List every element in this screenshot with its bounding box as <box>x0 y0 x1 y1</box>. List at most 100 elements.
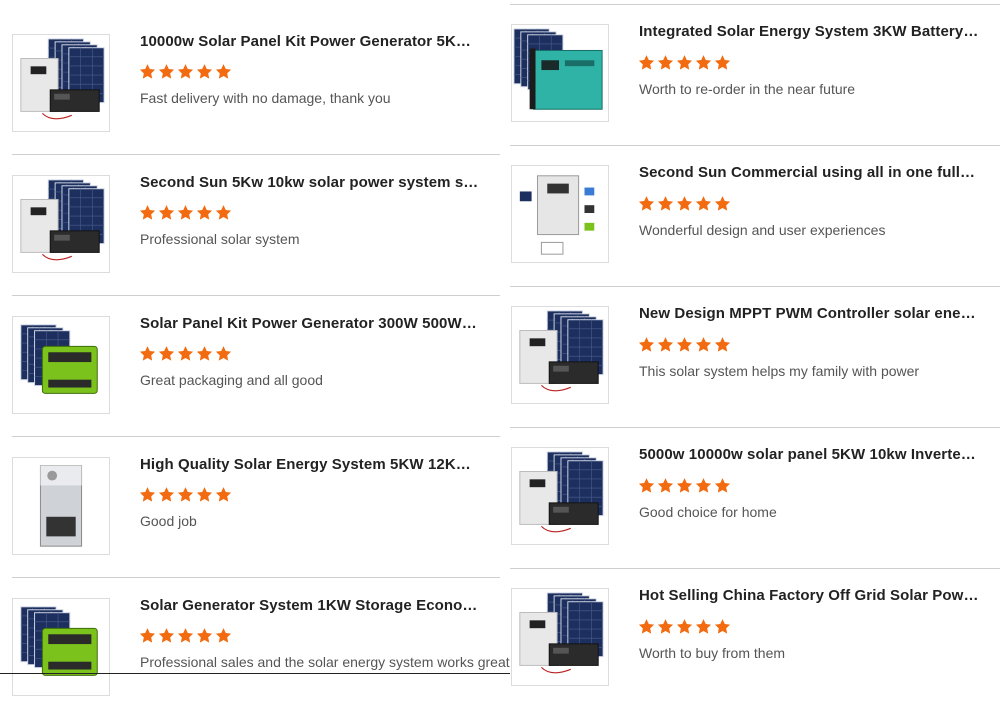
star-icon <box>215 205 232 220</box>
star-icon <box>676 196 693 211</box>
star-icon <box>158 346 175 361</box>
star-icon <box>657 55 674 70</box>
product-image[interactable] <box>511 447 609 545</box>
product-title-link[interactable]: Integrated Solar Energy System 3KW Batte… <box>639 23 979 40</box>
product-image[interactable] <box>511 306 609 404</box>
star-icon <box>695 196 712 211</box>
star-icon <box>695 619 712 634</box>
review-card[interactable]: Hot Selling China Factory Off Grid Solar… <box>510 564 1000 705</box>
review-card[interactable]: Solar Panel Kit Power Generator 300W 500… <box>0 282 500 423</box>
star-icon <box>714 196 731 211</box>
star-icon <box>196 64 213 79</box>
star-icon <box>657 478 674 493</box>
review-card[interactable]: Second Sun Commercial using all in one f… <box>510 141 1000 282</box>
star-icon <box>215 64 232 79</box>
star-icon <box>638 337 655 352</box>
review-card[interactable]: Second Sun 5Kw 10kw solar power system s… <box>0 141 500 282</box>
star-rating <box>139 204 232 222</box>
product-image[interactable] <box>511 24 609 122</box>
review-card[interactable]: New Design MPPT PWM Controller solar ene… <box>510 282 1000 423</box>
review-text: Worth to buy from them <box>639 645 786 661</box>
review-text: Professional sales and the solar energy … <box>140 654 510 670</box>
star-icon <box>714 619 731 634</box>
star-icon <box>158 205 175 220</box>
star-icon <box>177 628 194 643</box>
star-icon <box>158 64 175 79</box>
star-icon <box>657 196 674 211</box>
star-rating <box>638 195 731 213</box>
product-image[interactable] <box>12 316 110 414</box>
star-icon <box>638 478 655 493</box>
star-icon <box>638 55 655 70</box>
star-rating <box>638 477 731 495</box>
star-icon <box>676 478 693 493</box>
product-image[interactable] <box>12 598 110 696</box>
star-icon <box>177 205 194 220</box>
star-icon <box>215 628 232 643</box>
star-icon <box>714 478 731 493</box>
review-card[interactable]: 5000w 10000w solar panel 5KW 10kw Invert… <box>510 423 1000 564</box>
product-image[interactable] <box>12 34 110 132</box>
bottom-border <box>0 673 510 674</box>
star-icon <box>139 64 156 79</box>
review-text: Professional solar system <box>140 231 300 247</box>
star-icon <box>676 337 693 352</box>
review-card[interactable]: Integrated Solar Energy System 3KW Batte… <box>510 0 1000 141</box>
star-icon <box>158 628 175 643</box>
star-icon <box>638 196 655 211</box>
star-icon <box>196 346 213 361</box>
star-icon <box>196 487 213 502</box>
star-icon <box>215 346 232 361</box>
star-icon <box>638 619 655 634</box>
product-title-link[interactable]: New Design MPPT PWM Controller solar ene… <box>639 305 979 322</box>
star-icon <box>139 628 156 643</box>
star-rating <box>139 345 232 363</box>
review-text: Good choice for home <box>639 504 777 520</box>
star-rating <box>638 336 731 354</box>
review-card[interactable]: 10000w Solar Panel Kit Power Generator 5… <box>0 0 500 141</box>
product-title-link[interactable]: 5000w 10000w solar panel 5KW 10kw Invert… <box>639 446 979 463</box>
review-card[interactable]: Solar Generator System 1KW Storage Econo… <box>0 564 510 705</box>
star-icon <box>714 337 731 352</box>
star-icon <box>695 337 712 352</box>
star-icon <box>196 628 213 643</box>
star-icon <box>139 346 156 361</box>
star-icon <box>676 55 693 70</box>
product-title-link[interactable]: Hot Selling China Factory Off Grid Solar… <box>639 587 979 604</box>
review-text: Fast delivery with no damage, thank you <box>140 90 391 106</box>
star-icon <box>695 55 712 70</box>
star-icon <box>177 346 194 361</box>
star-icon <box>139 487 156 502</box>
product-image[interactable] <box>12 457 110 555</box>
star-icon <box>139 205 156 220</box>
star-rating <box>139 486 232 504</box>
star-icon <box>215 487 232 502</box>
review-text: Wonderful design and user experiences <box>639 222 886 238</box>
star-rating <box>638 54 731 72</box>
review-card[interactable]: High Quality Solar Energy System 5KW 12K… <box>0 423 500 564</box>
star-icon <box>158 487 175 502</box>
product-image[interactable] <box>511 165 609 263</box>
star-rating <box>139 63 232 81</box>
product-title-link[interactable]: Solar Panel Kit Power Generator 300W 500… <box>140 315 480 332</box>
star-icon <box>177 487 194 502</box>
star-icon <box>695 478 712 493</box>
star-icon <box>657 619 674 634</box>
product-image[interactable] <box>511 588 609 686</box>
star-rating <box>139 627 232 645</box>
product-title-link[interactable]: Solar Generator System 1KW Storage Econo… <box>140 597 480 614</box>
star-rating <box>638 618 731 636</box>
product-title-link[interactable]: Second Sun 5Kw 10kw solar power system s… <box>140 174 480 191</box>
star-icon <box>657 337 674 352</box>
star-icon <box>196 205 213 220</box>
product-image[interactable] <box>12 175 110 273</box>
review-text: Great packaging and all good <box>140 372 323 388</box>
product-title-link[interactable]: High Quality Solar Energy System 5KW 12K… <box>140 456 480 473</box>
star-icon <box>714 55 731 70</box>
review-text: This solar system helps my family with p… <box>639 363 920 379</box>
product-title-link[interactable]: 10000w Solar Panel Kit Power Generator 5… <box>140 33 480 50</box>
review-text: Good job <box>140 513 197 529</box>
product-title-link[interactable]: Second Sun Commercial using all in one f… <box>639 164 979 181</box>
star-icon <box>177 64 194 79</box>
review-text: Worth to re-order in the near future <box>639 81 856 97</box>
